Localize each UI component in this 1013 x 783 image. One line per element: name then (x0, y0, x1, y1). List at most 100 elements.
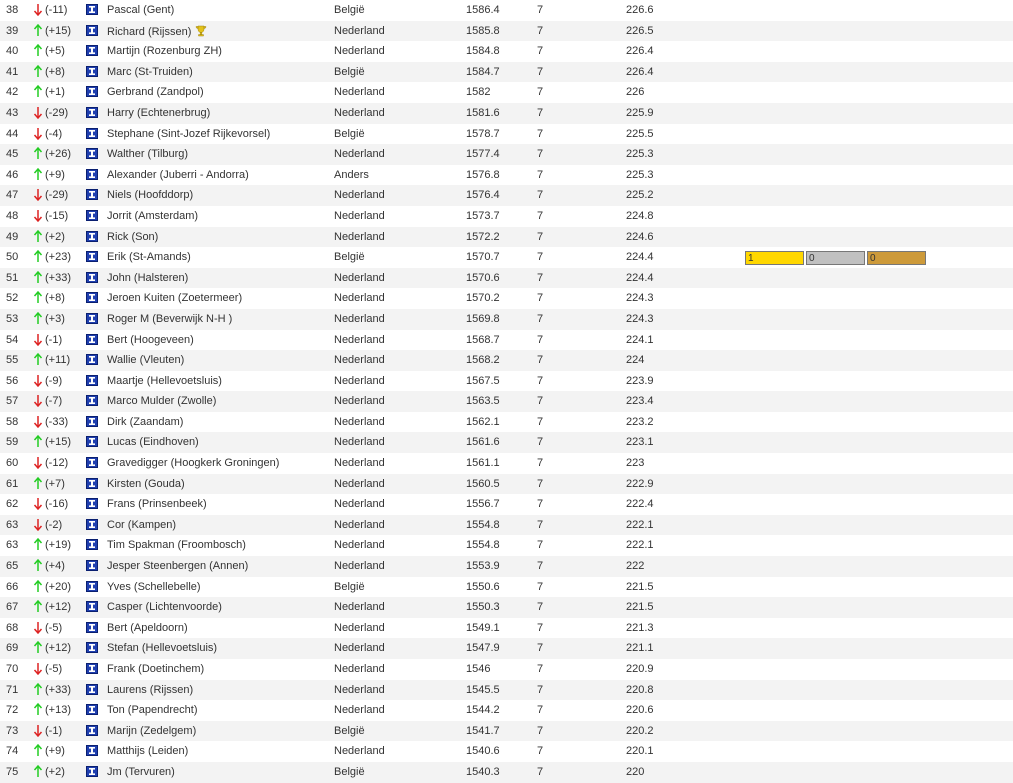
player-name-link[interactable]: Jesper Steenbergen (Annen) (107, 560, 248, 573)
player-name-link[interactable]: Roger M (Beverwijk N-H ) (107, 313, 232, 326)
player-flag-icon[interactable] (86, 663, 98, 674)
player-flag-icon[interactable] (86, 168, 98, 180)
player-flag-icon[interactable] (86, 251, 98, 263)
player-name-link[interactable]: Pascal (Gent) (107, 4, 174, 17)
player-name-link[interactable]: Frans (Prinsenbeek) (107, 498, 207, 511)
player-name-link[interactable]: Laurens (Rijssen) (107, 684, 193, 697)
player-name-link[interactable]: Tim Spakman (Froombosch) (107, 539, 246, 552)
table-row: 75 (+2) Jm (Tervuren) België 1540.3 7 22… (0, 761, 1013, 783)
games-cell: 7 (537, 621, 544, 634)
player-flag-icon[interactable] (86, 209, 98, 221)
player-name-link[interactable]: Harry (Echtenerbrug) (107, 107, 210, 120)
player-name-link[interactable]: Cor (Kampen) (107, 519, 176, 532)
player-name-link[interactable]: Frank (Doetinchem) (107, 663, 204, 676)
player-name-link[interactable]: Bert (Hoogeveen) (107, 334, 194, 347)
player-name-link[interactable]: Marc (St-Truiden) (107, 66, 193, 79)
player-flag-icon[interactable] (86, 560, 98, 572)
country-cell: Nederland (334, 457, 385, 470)
player-flag-icon[interactable] (86, 724, 98, 736)
arrow-up-icon (33, 743, 43, 757)
player-flag-icon[interactable] (86, 601, 98, 613)
average-cell: 220.6 (626, 704, 654, 717)
player-flag-icon[interactable] (86, 4, 98, 15)
rank-cell: 75 (6, 765, 19, 778)
player-name-link[interactable]: John (Halsteren) (107, 272, 188, 285)
player-flag-icon[interactable] (86, 374, 98, 386)
player-name-link[interactable]: Stefan (Hellevoetsluis) (107, 642, 217, 655)
player-name-link[interactable]: Jm (Tervuren) (107, 766, 175, 779)
player-flag-icon[interactable] (86, 354, 98, 366)
player-flag-icon[interactable] (86, 45, 98, 57)
games-cell: 7 (537, 457, 544, 470)
country-cell: Nederland (334, 436, 385, 449)
player-flag-icon[interactable] (86, 148, 98, 160)
player-flag-icon[interactable] (86, 436, 98, 448)
player-name-link[interactable]: Kirsten (Gouda) (107, 478, 185, 491)
player-flag-icon[interactable] (86, 395, 98, 407)
player-name-link[interactable]: Bert (Apeldoorn) (107, 622, 188, 635)
player-name-link[interactable]: Gravedigger (Hoogkerk Groningen) (107, 457, 279, 470)
player-flag-icon[interactable] (86, 580, 98, 592)
player-flag-icon[interactable] (86, 765, 98, 777)
country-cell: Nederland (334, 230, 385, 243)
player-flag-icon[interactable] (86, 415, 98, 427)
average-cell: 220.2 (626, 724, 654, 737)
player-flag-icon[interactable] (86, 333, 98, 345)
player-name-link[interactable]: Wallie (Vleuten) (107, 354, 184, 367)
arrow-up-icon (33, 43, 43, 57)
player-flag-icon[interactable] (86, 292, 98, 304)
player-flag-icon[interactable] (86, 498, 98, 510)
player-name-link[interactable]: Lucas (Eindhoven) (107, 436, 199, 449)
player-flag-icon[interactable] (86, 65, 98, 77)
country-cell: Nederland (334, 560, 385, 573)
player-name-link[interactable]: Yves (Schellebelle) (107, 581, 201, 594)
player-name-link[interactable]: Maartje (Hellevoetsluis) (107, 375, 222, 388)
player-flag-icon[interactable] (86, 24, 98, 36)
arrow-up-icon (33, 249, 43, 263)
player-name-link[interactable]: Walther (Tilburg) (107, 148, 188, 161)
player-flag-icon[interactable] (86, 642, 98, 654)
rank-cell: 49 (6, 230, 19, 243)
rank-change-cell: (+20) (45, 580, 71, 593)
player-flag-icon[interactable] (86, 704, 98, 716)
player-name-link[interactable]: Ton (Papendrecht) (107, 704, 198, 717)
player-name-link[interactable]: Jorrit (Amsterdam) (107, 210, 198, 223)
player-name-link[interactable]: Matthijs (Leiden) (107, 745, 188, 758)
player-name-link[interactable]: Stephane (Sint-Jozef Rijkevorsel) (107, 128, 270, 141)
player-flag-icon[interactable] (86, 127, 98, 139)
player-name-link[interactable]: Jeroen Kuiten (Zoetermeer) (107, 292, 242, 305)
games-cell: 7 (537, 333, 544, 346)
player-flag-icon[interactable] (86, 230, 98, 242)
player-name-link[interactable]: Casper (Lichtenvoorde) (107, 601, 222, 614)
score-cell: 1549.1 (466, 621, 500, 634)
player-name-link[interactable]: Martijn (Rozenburg ZH) (107, 45, 222, 58)
player-flag-icon[interactable] (86, 518, 98, 530)
player-name-link[interactable]: Rick (Son) (107, 231, 158, 244)
player-flag-icon[interactable] (86, 189, 98, 201)
player-name-link[interactable]: Marco Mulder (Zwolle) (107, 395, 216, 408)
player-name-link[interactable]: Niels (Hoofddorp) (107, 189, 193, 202)
average-cell: 226.5 (626, 24, 654, 37)
rank-cell: 53 (6, 312, 19, 325)
player-flag-icon[interactable] (86, 271, 98, 283)
player-flag-icon[interactable] (86, 477, 98, 489)
player-flag-icon[interactable] (86, 745, 98, 757)
table-row: 57 (-7) Marco Mulder (Zwolle) Nederland … (0, 391, 1013, 412)
player-name-link[interactable]: Richard (Rijssen) (107, 25, 207, 39)
player-flag-icon[interactable] (86, 621, 98, 633)
player-flag-icon[interactable] (86, 106, 98, 118)
player-flag-icon[interactable] (86, 457, 98, 469)
player-name-link[interactable]: Dirk (Zaandam) (107, 416, 183, 429)
table-row: 50 (+23) Erik (St-Amands) België 1570.7 … (0, 247, 1013, 268)
games-cell: 7 (537, 724, 544, 737)
player-name-link[interactable]: Gerbrand (Zandpol) (107, 86, 204, 99)
player-name-link[interactable]: Erik (St-Amands) (107, 251, 191, 264)
player-flag-icon[interactable] (86, 312, 98, 324)
country-cell: Nederland (334, 518, 385, 531)
player-flag-icon[interactable] (86, 86, 98, 98)
player-flag-icon[interactable] (86, 539, 98, 551)
rank-cell: 68 (6, 621, 19, 634)
player-name-link[interactable]: Alexander (Juberri - Andorra) (107, 169, 249, 182)
player-flag-icon[interactable] (86, 683, 98, 695)
player-name-link[interactable]: Marijn (Zedelgem) (107, 725, 196, 738)
